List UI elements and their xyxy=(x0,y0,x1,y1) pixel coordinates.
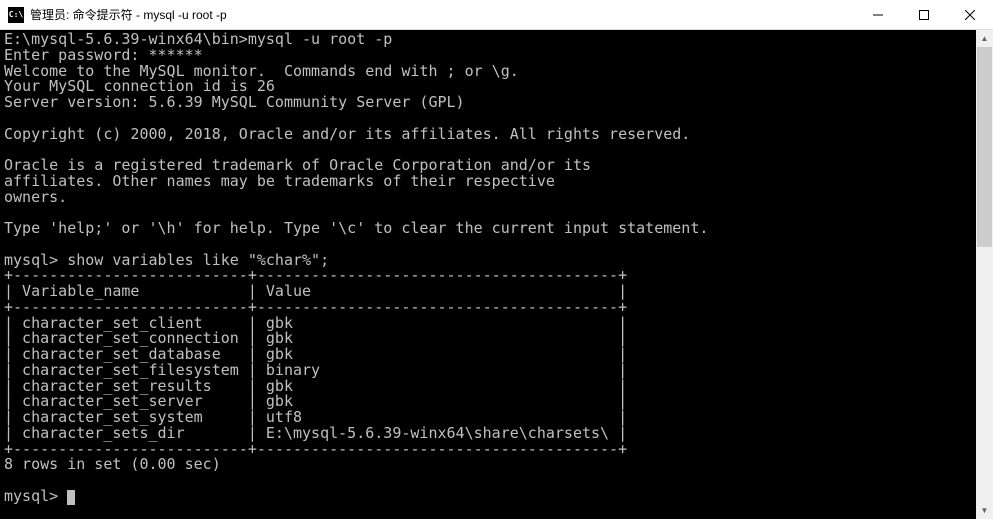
copyright-line: Copyright (c) 2000, 2018, Oracle and/or … xyxy=(4,125,690,143)
help-line: Type 'help;' or '\h' for help. Type '\c'… xyxy=(4,219,708,237)
result-line: 8 rows in set (0.00 sec) xyxy=(4,455,221,473)
maximize-icon xyxy=(919,10,929,20)
scroll-up-arrow-icon[interactable]: ▲ xyxy=(976,30,993,47)
window-controls xyxy=(855,0,993,29)
close-icon xyxy=(965,10,975,20)
minimize-icon xyxy=(873,10,883,20)
minimize-button[interactable] xyxy=(855,0,901,29)
window-title: 管理员: 命令提示符 - mysql -u root -p xyxy=(30,6,855,23)
trademark-line: affiliates. Other names may be trademark… xyxy=(4,172,555,190)
scrollbar-thumb[interactable] xyxy=(977,47,992,247)
titlebar[interactable]: C:\ 管理员: 命令提示符 - mysql -u root -p xyxy=(0,0,993,30)
vertical-scrollbar[interactable]: ▲ ▼ xyxy=(976,30,993,519)
cmd-window: C:\ 管理员: 命令提示符 - mysql -u root -p E:\mys… xyxy=(0,0,993,519)
terminal-output[interactable]: E:\mysql-5.6.39-winx64\bin>mysql -u root… xyxy=(0,30,993,519)
trademark-line: owners. xyxy=(4,188,67,206)
cursor xyxy=(67,490,75,505)
cmd-icon: C:\ xyxy=(8,7,24,23)
mysql-prompt: mysql> xyxy=(4,487,67,505)
maximize-button[interactable] xyxy=(901,0,947,29)
version-line: Server version: 5.6.39 MySQL Community S… xyxy=(4,93,465,111)
close-button[interactable] xyxy=(947,0,993,29)
scroll-down-arrow-icon[interactable]: ▼ xyxy=(976,502,993,519)
